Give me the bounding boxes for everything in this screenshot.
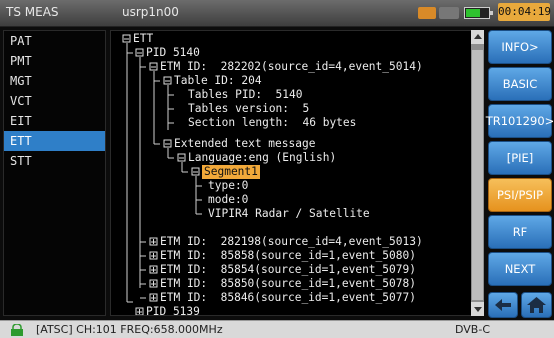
tree-node-ett[interactable]: ETT xyxy=(133,32,153,46)
list-item-stt[interactable]: STT xyxy=(4,151,105,171)
list-item-ett[interactable]: ETT xyxy=(4,131,105,151)
tree-node-etm-id[interactable]: ETM ID: 85854(source_id=1,event_5079) xyxy=(160,263,416,277)
back-button[interactable] xyxy=(488,292,518,318)
tree-node-pid-5139[interactable]: PID 5139 xyxy=(146,305,200,319)
network-icon xyxy=(439,7,459,19)
tree-leaf-type: type:0 xyxy=(208,179,249,192)
modulation-mode: DVB-C xyxy=(455,323,490,336)
back-arrow-icon xyxy=(495,299,511,311)
status-bar: [ATSC] CH:101 FREQ:658.000MHz DVB-C xyxy=(0,320,554,338)
list-item-eit[interactable]: EIT xyxy=(4,111,105,131)
rf-button[interactable]: RF xyxy=(488,215,552,249)
tree-node-table-id[interactable]: Table ID: 204 xyxy=(174,74,262,88)
table-list: PAT PMT MGT VCT EIT ETT STT xyxy=(3,30,106,316)
tree-node-etm-id[interactable]: ETM ID: 282198(source_id=4,event_5013) xyxy=(160,235,423,249)
tree-node-extended-text[interactable]: Extended text message xyxy=(174,137,315,151)
tree-node-etm-id[interactable]: ETM ID: 85850(source_id=1,event_5078) xyxy=(160,277,416,291)
tree-leaf-mode: mode:0 xyxy=(208,193,249,206)
list-item-pmt[interactable]: PMT xyxy=(4,51,105,71)
tree-scrollbar[interactable] xyxy=(471,30,484,316)
scroll-down-button[interactable] xyxy=(471,302,484,316)
chevron-up-icon xyxy=(474,34,482,39)
tree-leaf-tables-pid: Tables PID: 5140 xyxy=(188,88,303,101)
app-title: TS MEAS xyxy=(6,5,59,19)
device-name: usrp1n00 xyxy=(122,5,179,19)
basic-button[interactable]: BASIC xyxy=(488,67,552,101)
tree-leaf-section-length: Section length: 46 bytes xyxy=(188,116,357,129)
pie-button[interactable]: [PIE] xyxy=(488,141,552,175)
signal-icon xyxy=(418,7,436,19)
chevron-down-icon xyxy=(474,307,482,312)
tree-node-etm-id[interactable]: ETM ID: 85858(source_id=1,event_5080) xyxy=(160,249,416,263)
title-bar: TS MEAS usrp1n00 00:04:19 xyxy=(0,0,554,27)
psip-tree: ETT PID 5140 ETM ID: 282202(source_id=4,… xyxy=(110,30,484,319)
home-button[interactable] xyxy=(521,292,552,318)
home-icon xyxy=(527,297,546,313)
scroll-up-button[interactable] xyxy=(471,30,484,44)
tree-node-segment1[interactable]: Segment1 xyxy=(202,165,260,179)
info-button[interactable]: INFO> xyxy=(488,30,552,64)
tree-leaf-tables-version: Tables version: 5 xyxy=(188,102,310,115)
screen: TS MEAS usrp1n00 00:04:19 PAT PMT MGT VC… xyxy=(0,0,554,338)
list-item-vct[interactable]: VCT xyxy=(4,91,105,111)
tree-node-etm-id[interactable]: ETM ID: 85846(source_id=1,event_5077) xyxy=(160,291,416,305)
list-item-mgt[interactable]: MGT xyxy=(4,71,105,91)
signal-status: [ATSC] CH:101 FREQ:658.000MHz xyxy=(36,323,223,336)
list-item-pat[interactable]: PAT xyxy=(4,31,105,51)
tree-node-etm-id[interactable]: ETM ID: 282202(source_id=4,event_5014) xyxy=(160,60,423,74)
status-icons xyxy=(418,6,496,20)
psi-psip-button[interactable]: PSI/PSIP xyxy=(488,178,552,212)
next-button[interactable]: NEXT xyxy=(488,252,552,286)
tree-node-pid-5140[interactable]: PID 5140 xyxy=(146,46,200,60)
lock-icon xyxy=(11,324,23,336)
tree-leaf-text: VIPIR4 Radar / Satellite xyxy=(208,207,370,220)
battery-icon xyxy=(464,7,493,19)
tr101290-button[interactable]: TR101290> xyxy=(486,104,554,138)
clock: 00:04:19 xyxy=(498,3,551,21)
tree-node-language[interactable]: Language:eng (English) xyxy=(188,151,336,165)
scroll-thumb[interactable] xyxy=(472,50,483,300)
